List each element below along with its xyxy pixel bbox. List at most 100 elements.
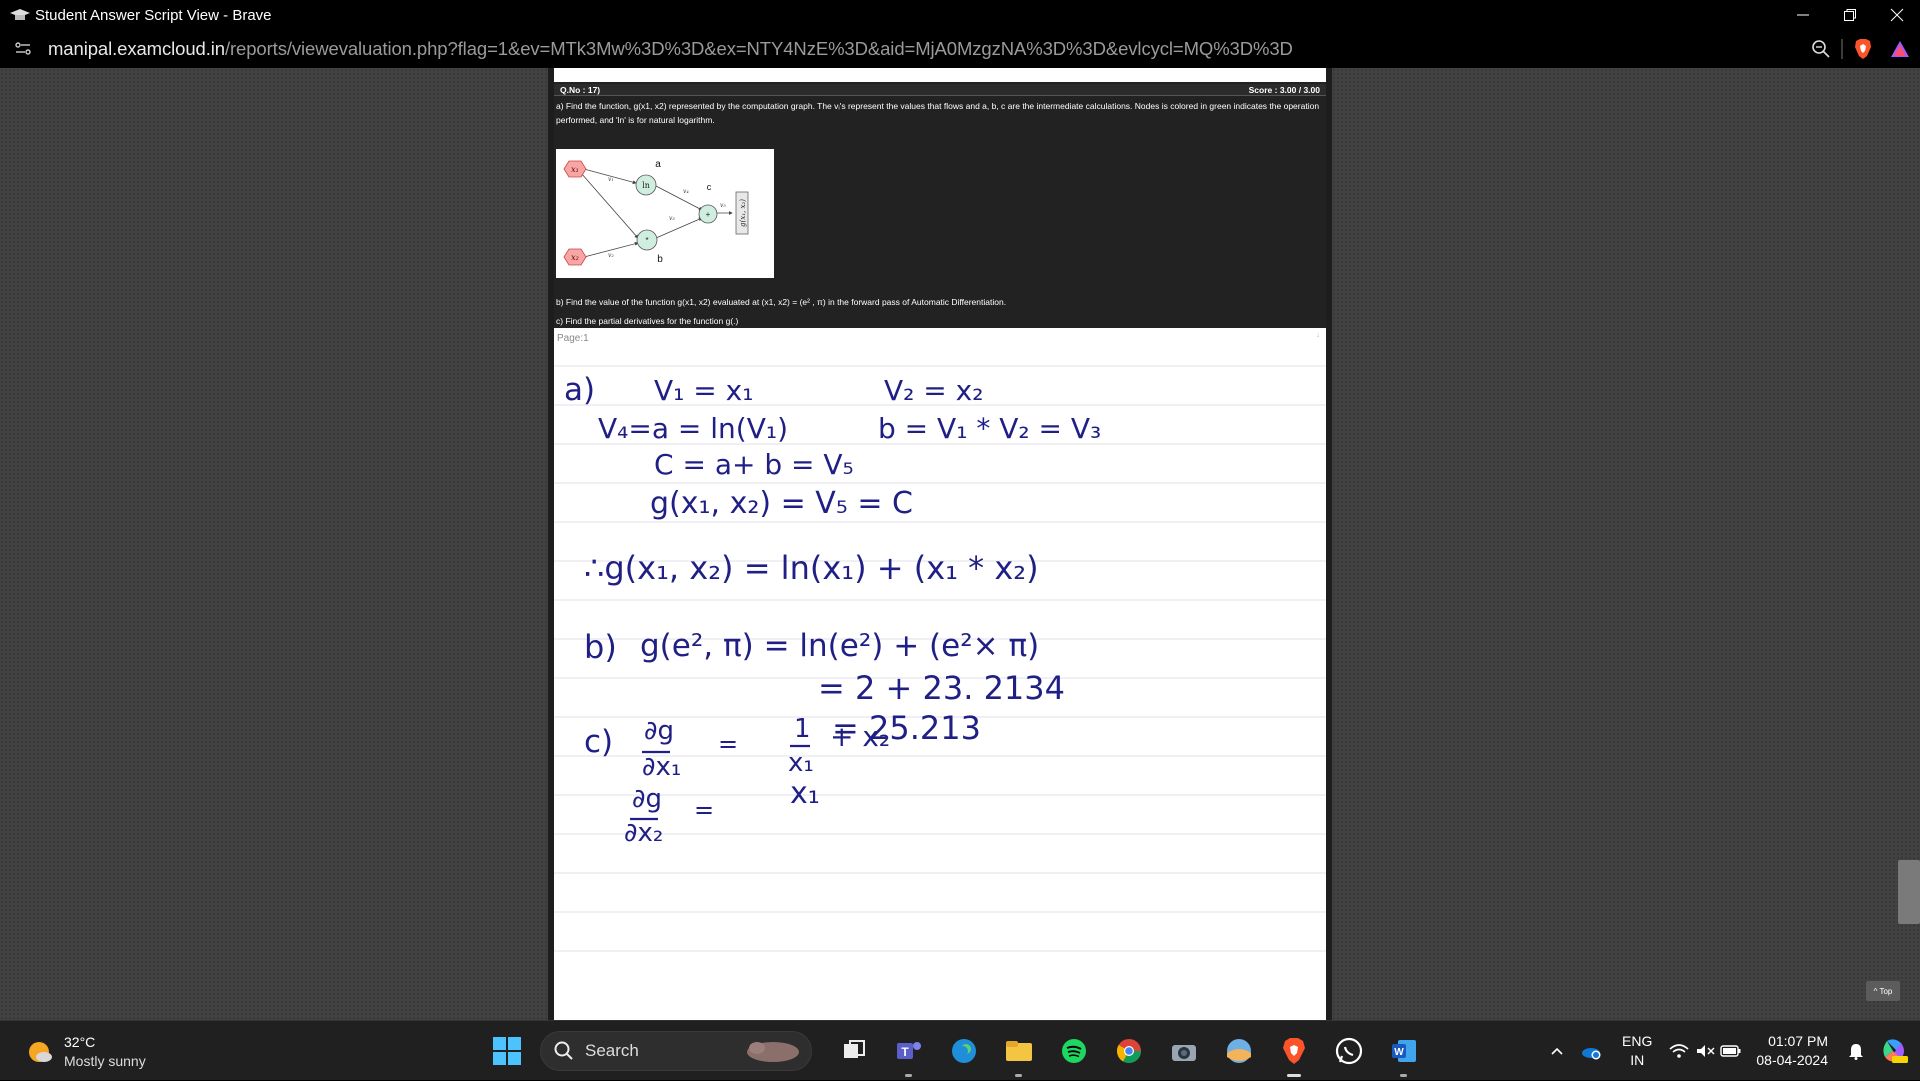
question-number: Q.No : 17) — [560, 84, 601, 95]
graph-label-v2: v₂ — [608, 252, 614, 259]
derivative2-equals: = — [694, 796, 715, 824]
close-button[interactable] — [1873, 0, 1920, 30]
answer-line-g-eval: g(e², π) = ln(e²) + (e²× π) — [640, 628, 1040, 664]
scroll-to-top-button[interactable]: ^ Top — [1866, 981, 1900, 1001]
derivative1-rhs-denominator: x₁ — [788, 748, 814, 778]
url-path: /reports/viewevaluation.php?flag=1&ev=MT… — [224, 38, 1293, 59]
brave-rewards-icon[interactable] — [1880, 40, 1920, 58]
derivative1-rhs-numerator: 1 — [794, 714, 811, 744]
copilot-icon[interactable] — [1868, 1037, 1920, 1065]
derivative1-rhs-plus: + x₂ — [830, 720, 891, 753]
question-part-b: b) Find the value of the function g(x1, … — [556, 297, 1007, 307]
answer-c-label: c) — [584, 724, 614, 760]
answer-line-g: g(x₁, x₂) = V₅ = C — [650, 486, 913, 521]
derivative2-rhs: x₁ — [790, 776, 820, 811]
answer-line-b: b = V₁ * V₂ = V₃ — [878, 412, 1102, 445]
search-highlight-image — [747, 1042, 799, 1062]
whatsapp-icon[interactable] — [1321, 1031, 1376, 1071]
restore-button[interactable] — [1826, 0, 1873, 30]
answer-line-v1: V₁ = x₁ — [654, 374, 754, 407]
start-button[interactable] — [493, 1037, 521, 1065]
question-part-a: a) Find the function, g(x1, x2) represen… — [556, 101, 1320, 125]
minimize-button[interactable] — [1779, 0, 1826, 30]
question-score: Score : 3.00 / 3.00 — [1248, 84, 1320, 95]
file-explorer-icon[interactable] — [991, 1031, 1046, 1077]
question-part-c: c) Find the partial derivatives for the … — [556, 316, 739, 326]
chevron-up-icon[interactable] — [1540, 1046, 1574, 1056]
svg-text:T: T — [901, 1045, 909, 1059]
clock-time: 01:07 PM — [1768, 1033, 1828, 1049]
notification-bell-icon[interactable] — [1844, 1042, 1868, 1060]
x2-node-label: x₂ — [571, 253, 579, 262]
task-view-icon[interactable] — [826, 1031, 881, 1071]
graduation-cap-icon — [9, 8, 31, 22]
question-header: Q.No : 17) Score : 3.00 / 3.00 — [554, 84, 1326, 96]
battery-icon[interactable] — [1718, 1044, 1744, 1058]
question-card: Q.No : 17) Score : 3.00 / 3.00 a) Find t… — [554, 68, 1326, 328]
sun-cloud-icon — [29, 1042, 52, 1062]
derivative2-numerator: ∂g — [632, 784, 662, 814]
page-content: Q.No : 17) Score : 3.00 / 3.00 a) Find t… — [0, 68, 1920, 1020]
weather-widget[interactable]: 32°C Mostly sunny — [26, 1033, 146, 1071]
weather-condition: Mostly sunny — [64, 1053, 146, 1069]
derivative2-denominator: ∂x₂ — [624, 818, 664, 848]
answer-page: Page:1 ↓ a) V₁ = x₁ V₂ = x₂ V₄=a = ln(V₁… — [554, 328, 1326, 1020]
answer-line-c: C = a+ b = V₅ — [654, 448, 854, 481]
answer-sheet-container: Q.No : 17) Score : 3.00 / 3.00 a) Find t… — [548, 68, 1332, 1020]
search-icon — [554, 1041, 573, 1060]
taskbar: 32°C Mostly sunny Search T W ENG IN 01:07 … — [0, 1020, 1920, 1080]
word-icon[interactable]: W — [1376, 1031, 1431, 1077]
answer-b-label: b) — [584, 628, 617, 666]
answer-line-sum: = 2 + 23. 2134 — [818, 669, 1065, 707]
graph-label-v3: v₃ — [669, 215, 675, 222]
wifi-icon[interactable] — [1666, 1043, 1692, 1059]
onedrive-icon[interactable] — [1574, 1042, 1608, 1060]
page-scrollbar-thumb[interactable] — [1898, 860, 1920, 924]
plus-node-label: + — [706, 210, 711, 219]
answer-a-label: a) — [564, 372, 596, 408]
volume-muted-icon[interactable] — [1692, 1043, 1718, 1059]
graph-label-b: b — [657, 254, 663, 265]
graph-label-v5: v₅ — [720, 202, 726, 209]
graph-label-a: a — [655, 159, 661, 170]
zoom-icon[interactable] — [1804, 39, 1838, 59]
language-code: ENG — [1622, 1033, 1653, 1049]
output-node-label: g(x₁, x₂) — [739, 199, 747, 227]
window-title: Student Answer Script View - Brave — [35, 6, 272, 24]
language-indicator[interactable]: ENG IN — [1622, 1032, 1652, 1070]
clock-date: 08-04-2024 — [1756, 1052, 1828, 1068]
answer-line-v2: V₂ = x₂ — [884, 374, 984, 407]
teams-icon[interactable]: T — [881, 1031, 936, 1077]
camera-icon[interactable] — [1156, 1031, 1211, 1071]
derivative1-equals: = — [718, 730, 739, 758]
photos-icon[interactable] — [1211, 1031, 1266, 1071]
derivative1-numerator: ∂g — [644, 716, 674, 746]
url-field[interactable]: manipal.examcloud.in/reports/viewevaluat… — [48, 38, 1293, 60]
spotify-icon[interactable] — [1046, 1031, 1101, 1071]
site-info-icon[interactable] — [13, 39, 33, 59]
graph-label-v4: v₄ — [683, 188, 689, 195]
divider — [1838, 39, 1846, 59]
weather-temp: 32°C — [64, 1034, 96, 1050]
x1-node-label: x₁ — [571, 165, 579, 174]
region-code: IN — [1630, 1052, 1645, 1068]
url-host: manipal.examcloud.in — [48, 38, 225, 59]
times-node-label: * — [645, 236, 648, 245]
computation-graph-image: x₁ x₂ ln * + g(x₁, x₂) a b c v₁ v₂ v₃ v₄… — [556, 149, 774, 278]
brave-shields-icon[interactable] — [1846, 38, 1880, 60]
window-titlebar: Student Answer Script View - Brave — [0, 0, 1920, 30]
ln-node-label: ln — [642, 181, 650, 190]
edge-icon[interactable] — [936, 1031, 991, 1071]
address-bar: manipal.examcloud.in/reports/viewevaluat… — [0, 30, 1920, 68]
answer-line-final: ∴g(x₁, x₂) = ln(x₁) + (x₁ * x₂) — [584, 549, 1039, 587]
taskbar-search[interactable]: Search — [540, 1031, 812, 1071]
svg-text:W: W — [1394, 1047, 1404, 1058]
clock[interactable]: 01:07 PM 08-04-2024 — [1756, 1032, 1828, 1070]
search-label: Search — [585, 1041, 639, 1060]
graph-label-v1: v₁ — [608, 176, 614, 183]
derivative1-denominator: ∂x₁ — [642, 752, 682, 782]
answer-line-v4: V₄=a = ln(V₁) — [598, 412, 789, 445]
brave-taskbar-icon[interactable] — [1266, 1031, 1321, 1077]
graph-label-c: c — [707, 182, 712, 192]
chrome-icon[interactable] — [1101, 1031, 1156, 1071]
